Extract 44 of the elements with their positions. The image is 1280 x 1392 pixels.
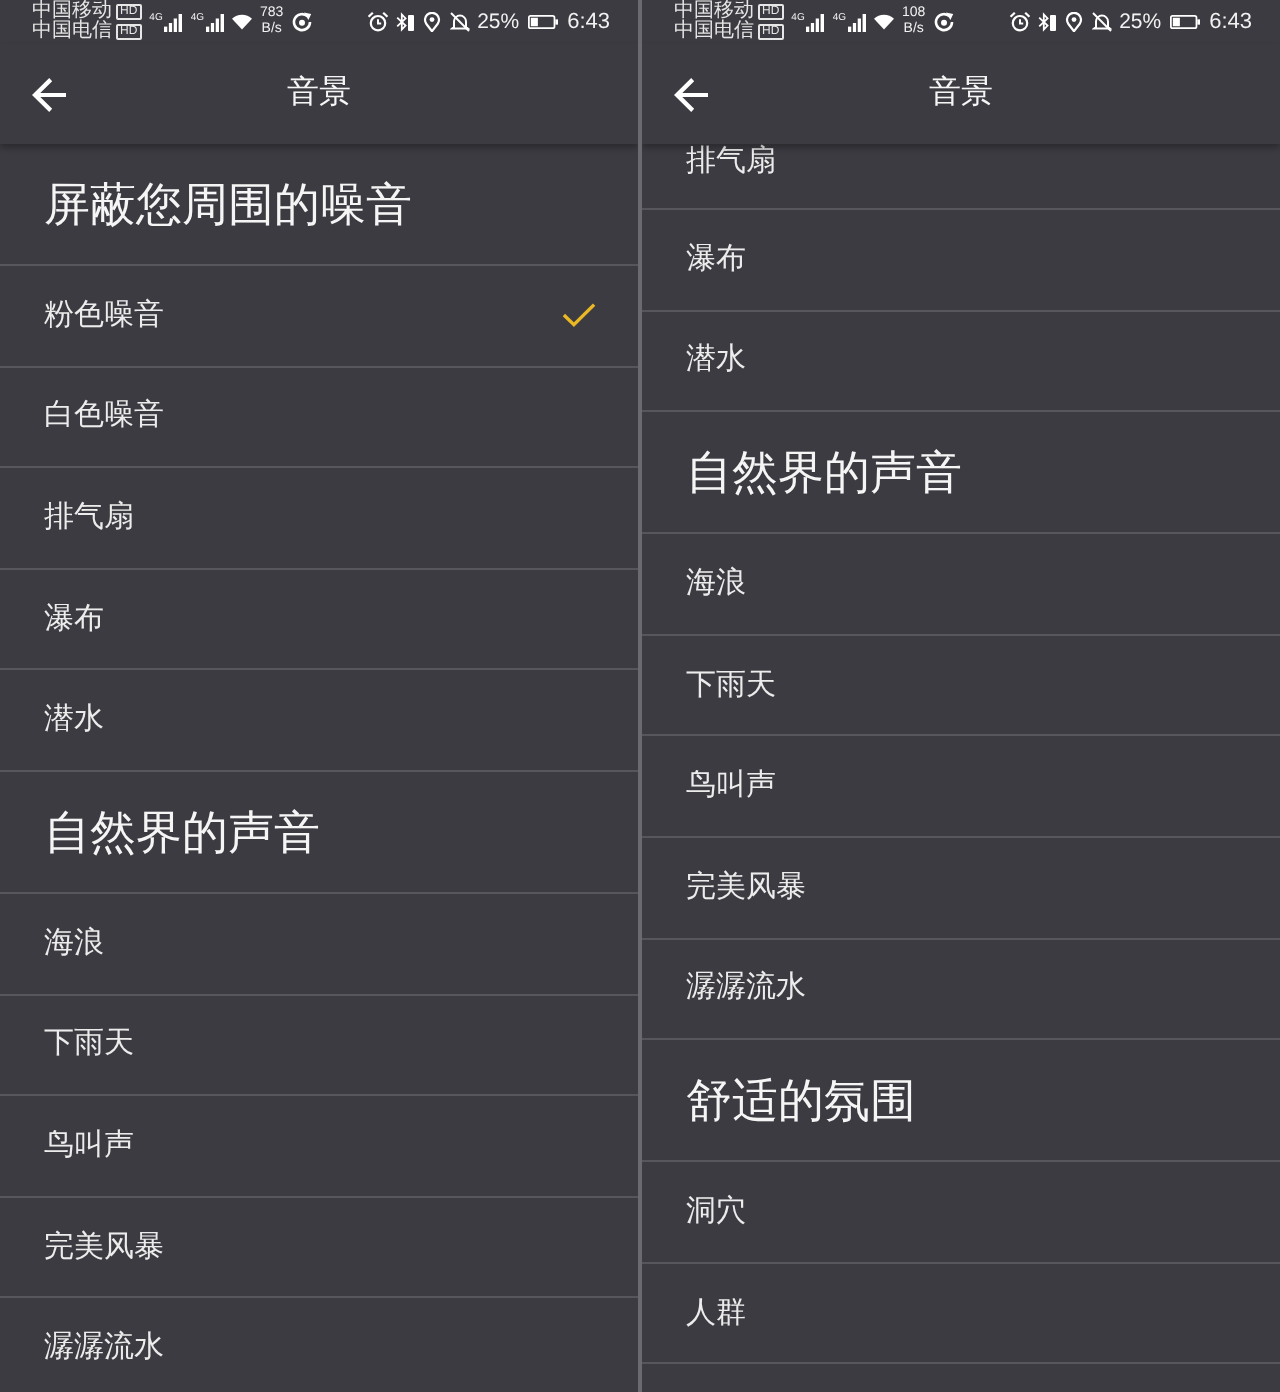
sound-option[interactable]: 潺潺流水: [642, 939, 1280, 1041]
clock-time: 6:43: [567, 10, 610, 34]
sound-option[interactable]: 海浪: [642, 534, 1280, 636]
bell-off-icon: [449, 12, 470, 32]
clock-time: 6:43: [1209, 10, 1252, 34]
section-title: 自然界的声音: [686, 444, 962, 503]
circular-arrow-icon: [291, 12, 312, 32]
back-arrow-icon: [674, 77, 708, 111]
section-title: 自然界的声音: [44, 803, 320, 862]
sound-option[interactable]: 完美风暴: [642, 837, 1280, 940]
sound-option[interactable]: 潜水: [642, 311, 1280, 413]
bluetooth-icon: [1037, 12, 1056, 32]
location-pin-icon: [1063, 12, 1084, 32]
section-title: 屏蔽您周围的噪音: [44, 176, 412, 234]
carrier-name: 中国电信: [674, 22, 754, 42]
app-bar-title: 音景: [929, 74, 993, 114]
sound-option[interactable]: 人群: [642, 1263, 1280, 1365]
sound-option[interactable]: 下雨天: [642, 635, 1280, 737]
back-arrow-icon: [32, 77, 66, 111]
carrier-name: 中国电信: [32, 22, 112, 42]
sound-option[interactable]: 瀑布: [642, 210, 1280, 312]
app-bar-title: 音景: [287, 74, 351, 114]
bell-off-icon: [1091, 12, 1112, 32]
signal-icon: [164, 13, 183, 31]
sound-option[interactable]: 排气扇: [642, 144, 1280, 210]
wifi-icon: [874, 14, 895, 30]
sound-option[interactable]: 洞穴: [642, 1162, 1280, 1264]
battery-percent: 25%: [477, 10, 520, 34]
section-title: 舒适的氛围: [686, 1072, 916, 1131]
signal-icon: [206, 13, 225, 31]
signal-icon: [806, 13, 825, 31]
bluetooth-icon: [395, 12, 414, 32]
alarm-clock-icon: [367, 12, 388, 32]
circular-arrow-icon: [933, 12, 954, 32]
battery-percent: 25%: [1119, 10, 1162, 34]
battery-icon: [1169, 14, 1200, 30]
location-pin-icon: [421, 12, 442, 32]
sound-option[interactable]: 鸟叫声: [642, 736, 1280, 838]
battery-icon: [527, 14, 558, 30]
signal-icon: [848, 13, 867, 31]
carrier-name: 中国移动: [32, 2, 112, 22]
alarm-clock-icon: [1009, 12, 1030, 32]
carrier-name: 中国移动: [674, 2, 754, 22]
wifi-icon: [232, 14, 253, 30]
